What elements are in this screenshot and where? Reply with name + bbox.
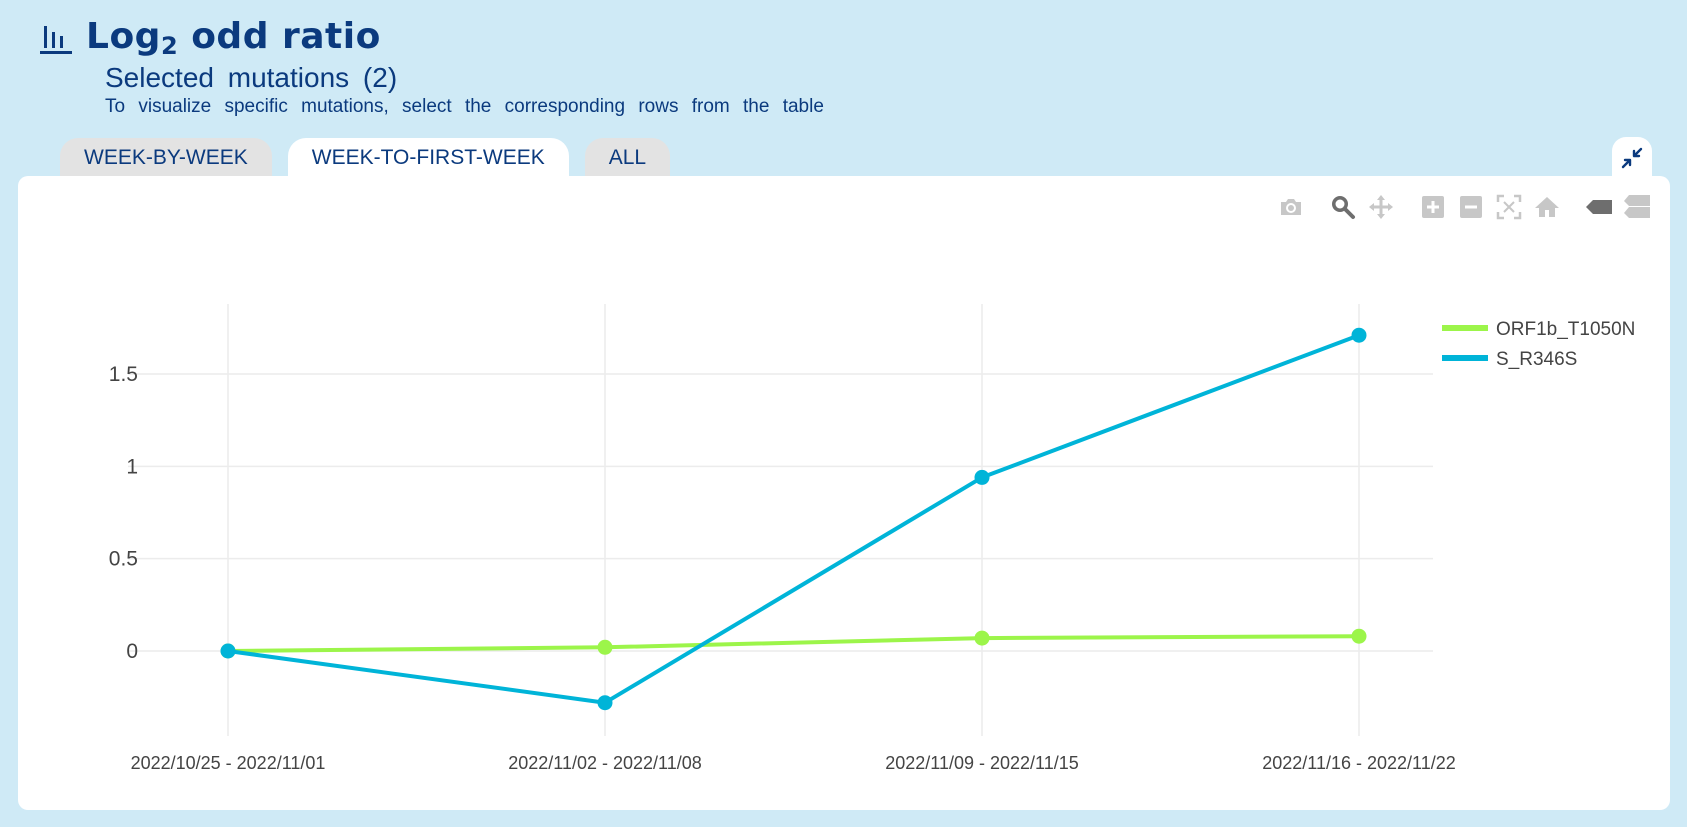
legend-label: S_R346S [1496, 349, 1577, 370]
autoscale-icon[interactable] [1494, 192, 1524, 222]
collapse-icon [1621, 147, 1643, 169]
zoom-icon[interactable] [1328, 192, 1358, 222]
tab-bar: WEEK-BY-WEEK WEEK-TO-FIRST-WEEK ALL [60, 138, 686, 180]
series-line [227, 634, 1360, 653]
data-point [974, 630, 990, 646]
x-tick-label: 2022/11/16 - 2022/11/22 [1262, 753, 1456, 773]
line-chart: 0 0.5 1 1.5 2022/10/25 - 2022/11/01 2022/11/0… [109, 304, 1635, 773]
collapse-button[interactable] [1612, 137, 1652, 179]
y-tick-label: 1.5 [109, 363, 138, 386]
data-point [974, 469, 990, 485]
pan-icon[interactable] [1366, 192, 1396, 222]
hover-closest-icon[interactable] [1584, 192, 1614, 222]
home-icon[interactable] [1532, 192, 1562, 222]
camera-icon[interactable] [1276, 192, 1306, 222]
y-tick-label: 0.5 [109, 548, 138, 571]
y-tick-label: 0 [126, 640, 138, 663]
hover-compare-icon[interactable] [1622, 192, 1652, 222]
tab-week-to-first-week[interactable]: WEEK-TO-FIRST-WEEK [287, 138, 569, 180]
page-title: Log2 odd ratio [86, 16, 381, 60]
y-tick-label: 1 [126, 455, 138, 478]
data-point [597, 639, 613, 655]
data-point [220, 643, 236, 659]
chart-panel: 0 0.5 1 1.5 2022/10/25 - 2022/11/01 2022/11/0… [18, 176, 1670, 810]
x-tick-label: 2022/11/09 - 2022/11/15 [885, 753, 1079, 773]
x-tick-label: 2022/10/25 - 2022/11/01 [131, 753, 326, 773]
page-subtitle: Selected mutations (2) [105, 62, 398, 93]
selection-hint: To visualize specific mutations, select … [105, 96, 824, 117]
tab-all[interactable]: ALL [584, 138, 671, 178]
zoom-out-icon[interactable] [1456, 192, 1486, 222]
legend-label: ORF1b_T1050N [1496, 319, 1635, 340]
data-point [597, 695, 613, 711]
x-tick-label: 2022/11/02 - 2022/11/08 [508, 753, 702, 773]
data-point [1351, 628, 1367, 644]
data-point [1351, 327, 1367, 343]
bar-chart-icon [40, 26, 72, 54]
chart-toolbar [1268, 192, 1652, 222]
zoom-in-icon[interactable] [1418, 192, 1448, 222]
header: Log2 odd ratio [40, 16, 381, 60]
tab-week-by-week[interactable]: WEEK-BY-WEEK [60, 138, 272, 178]
